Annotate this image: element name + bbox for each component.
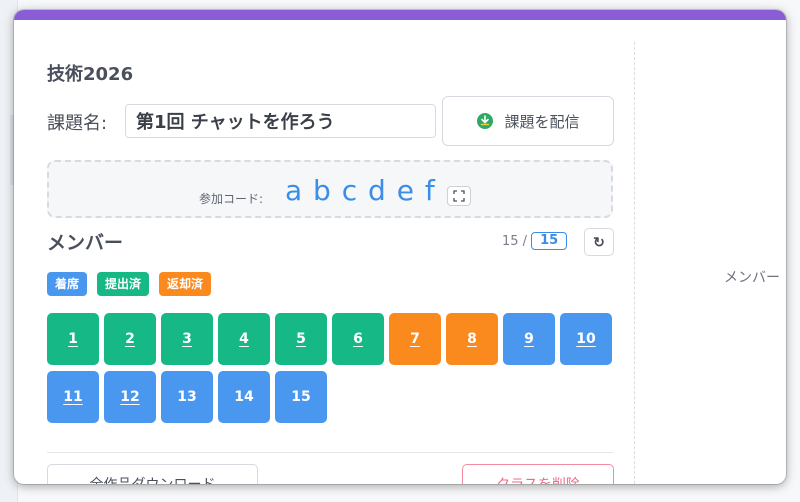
member-button-15[interactable]: 15 xyxy=(275,371,327,423)
refresh-button[interactable]: ↻ xyxy=(584,228,614,256)
member-button-10[interactable]: 10 xyxy=(560,313,612,365)
member-button-9[interactable]: 9 xyxy=(503,313,555,365)
members-title: メンバー xyxy=(47,232,124,254)
delete-class-button[interactable]: クラスを削除 xyxy=(462,464,614,484)
member-button-14[interactable]: 14 xyxy=(218,371,270,423)
distribute-label: 課題を配信 xyxy=(504,112,580,131)
join-code-label: 参加コード: xyxy=(199,192,264,206)
member-button-7[interactable]: 7 xyxy=(389,313,441,365)
class-title: 技術2026 xyxy=(47,64,134,85)
member-button-1[interactable]: 1 xyxy=(47,313,99,365)
right-pane-members-label: メンバー xyxy=(724,270,780,286)
join-code-value: a b c d e f xyxy=(285,174,436,207)
legend-submitted: 提出済 xyxy=(97,272,150,296)
member-button-3[interactable]: 3 xyxy=(161,313,213,365)
section-divider xyxy=(47,452,614,453)
member-grid: 1 2 3 4 5 6 7 8 9 10 11 12 13 14 15 xyxy=(47,313,615,423)
assignment-name-label: 課題名: xyxy=(47,113,108,134)
download-all-button[interactable]: 全作品ダウンロード xyxy=(47,464,258,484)
refresh-icon: ↻ xyxy=(593,233,605,250)
member-count-current: 15 / xyxy=(502,233,528,249)
member-button-13[interactable]: 13 xyxy=(161,371,213,423)
legend-returned: 返却済 xyxy=(159,272,212,296)
assignment-name-input[interactable] xyxy=(125,104,436,138)
expand-code-button[interactable] xyxy=(447,186,471,206)
join-code-box: 参加コード: a b c d e f xyxy=(47,160,613,218)
member-button-4[interactable]: 4 xyxy=(218,313,270,365)
pane-divider xyxy=(634,42,635,484)
member-button-12[interactable]: 12 xyxy=(104,371,156,423)
member-button-11[interactable]: 11 xyxy=(47,371,99,423)
legend-seated: 着席 xyxy=(47,272,88,296)
class-detail-pane: 技術2026 課題名: 課題を配信 参加コード: a b c d e f メンバ… xyxy=(14,20,634,484)
distribute-assignment-button[interactable]: 課題を配信 xyxy=(442,96,614,146)
status-legend: 着席 提出済 返却済 xyxy=(47,272,212,296)
accent-bar xyxy=(14,10,786,20)
download-icon xyxy=(477,113,494,129)
member-count-total: 15 xyxy=(531,232,568,250)
member-button-2[interactable]: 2 xyxy=(104,313,156,365)
member-button-5[interactable]: 5 xyxy=(275,313,327,365)
member-count: 15 / 15 xyxy=(502,232,568,250)
member-button-8[interactable]: 8 xyxy=(446,313,498,365)
member-button-6[interactable]: 6 xyxy=(332,313,384,365)
class-dialog: 技術2026 課題名: 課題を配信 参加コード: a b c d e f メンバ… xyxy=(14,10,786,484)
expand-icon xyxy=(453,190,465,202)
